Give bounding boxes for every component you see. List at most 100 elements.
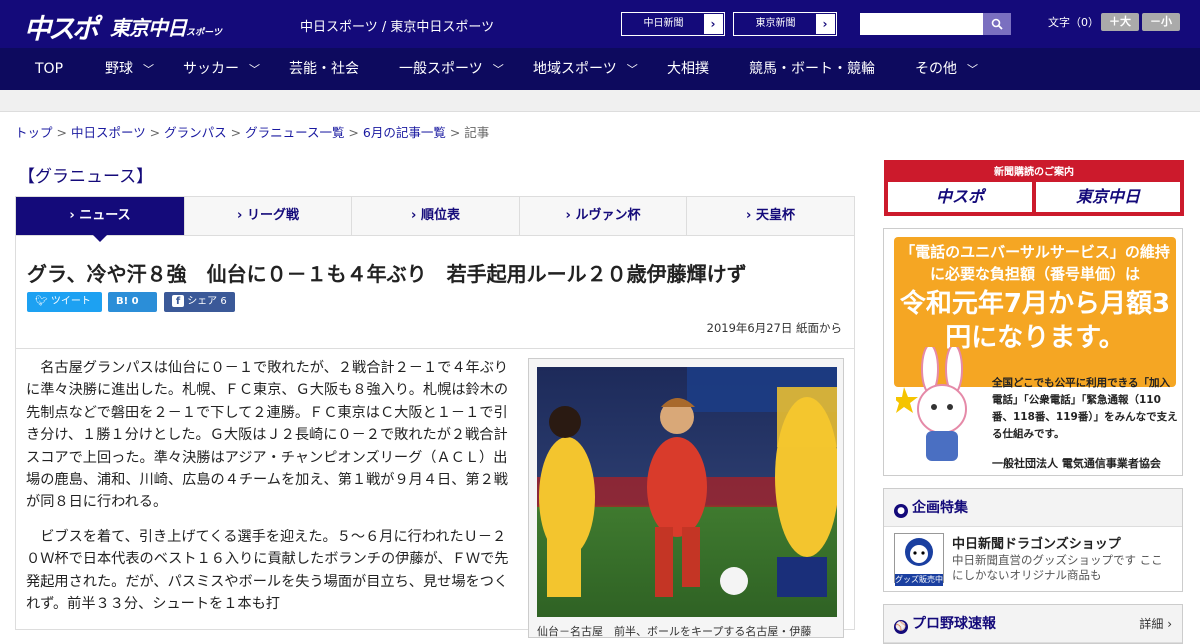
chevron-down-icon: ﹀ bbox=[967, 63, 978, 76]
tab-league[interactable]: › リーグ戦 bbox=[185, 197, 352, 235]
pro-baseball-box: ⚾ プロ野球速報 詳細 › bbox=[883, 604, 1183, 644]
feature-title: 企画特集 bbox=[912, 500, 968, 516]
section-title: 【グラニュース】 bbox=[18, 167, 154, 187]
ad-lead: 「電話のユニバーサルサービス」の維持に必要な負担額（番号単価）は bbox=[900, 243, 1170, 283]
subscribe-tokyo-chunichi-button[interactable]: 東京中日 bbox=[1036, 182, 1180, 212]
main-nav: TOP 野球 ﹀ サッカー ﹀ 芸能・社会 一般スポーツ ﹀ 地域スポーツ ﹀ 大相撲 … bbox=[0, 48, 1200, 90]
tweet-button[interactable]: 🐦︎ ツイート bbox=[27, 292, 102, 312]
chunichi-shimbun-button[interactable]: 中日新聞 › bbox=[621, 12, 725, 36]
feature-header: ● 企画特集 bbox=[884, 489, 1182, 527]
article-paragraph: 名古屋グランパスは仙台に０－１で敗れたが、２戦合計２－１で４年ぶりに準々決勝に進… bbox=[26, 360, 509, 511]
subscribe-chuspo-button[interactable]: 中スポ bbox=[888, 182, 1032, 212]
font-size-label: 文字（0） bbox=[1048, 16, 1099, 29]
tab-levain-cup[interactable]: › ルヴァン杯 bbox=[520, 197, 687, 235]
hatena-icon: B! bbox=[116, 296, 129, 307]
tab-news[interactable]: › ニュース bbox=[16, 197, 185, 242]
font-smaller-button[interactable]: －小 bbox=[1142, 13, 1180, 31]
nav-label: 地域スポーツ bbox=[533, 61, 617, 77]
article-photo-box: 仙台－名古屋 前半、ボールをキープする名古屋・伊藤 bbox=[528, 358, 844, 638]
search-input[interactable] bbox=[860, 13, 983, 35]
nav-label: TOP bbox=[35, 61, 64, 77]
chevron-down-icon: ﹀ bbox=[143, 63, 154, 76]
tokyo-chunichi-logo-sub: スポーツ bbox=[186, 28, 222, 38]
ad-organization: 一般社団法人 電気通信事業者協会 bbox=[992, 457, 1161, 470]
tab-label: ニュース bbox=[79, 208, 131, 223]
nav-item-baseball[interactable]: 野球 ﹀ bbox=[105, 48, 154, 90]
font-bigger-button[interactable]: ＋大 bbox=[1101, 13, 1139, 31]
dragons-mascot-icon bbox=[905, 538, 933, 566]
chevron-down-icon: ﹀ bbox=[626, 63, 638, 76]
facebook-share-button[interactable]: f シェア 6 bbox=[164, 292, 235, 312]
nav-label: 芸能・社会 bbox=[289, 61, 359, 77]
nav-item-others[interactable]: その他 ﹀ bbox=[915, 48, 978, 90]
rabbit-mascot-icon bbox=[896, 347, 967, 461]
breadcrumb-link[interactable]: 6月の記事一覧 bbox=[363, 125, 446, 140]
nav-item-soccer[interactable]: サッカー ﹀ bbox=[183, 48, 260, 90]
article-date: 2019年6月27日 紙面から bbox=[706, 321, 842, 335]
breadcrumb-link[interactable]: グラニュース一覧 bbox=[245, 125, 344, 140]
hatena-count: 0 bbox=[131, 296, 139, 307]
divider bbox=[16, 348, 854, 349]
article-paragraph: ビブスを着て、引き上げてくる選手を迎えた。５～６月に行われたＵ－２０Ｗ杯で日本代… bbox=[26, 528, 509, 613]
tab-label: ルヴァン杯 bbox=[575, 208, 641, 223]
tweet-label: ツイート bbox=[50, 296, 91, 307]
nav-label: サッカー bbox=[183, 61, 239, 77]
tab-standings[interactable]: › 順位表 bbox=[352, 197, 520, 235]
chevron-down-icon: ﹀ bbox=[249, 63, 260, 76]
nav-label: 競馬・ボート・競輪 bbox=[749, 61, 875, 77]
ad-body: 全国どこでも公平に利用できる「加入電話」「公衆電話」「緊急通報（110番、118… bbox=[992, 377, 1178, 440]
breadcrumb-link[interactable]: トップ bbox=[15, 125, 53, 140]
baseball-icon: ⚾ bbox=[894, 620, 908, 634]
tokyo-shimbun-button[interactable]: 東京新聞 › bbox=[733, 12, 837, 36]
ad-headline: 令和元年7月から月額3円になります。 bbox=[899, 289, 1171, 353]
breadcrumb-current: 記事 bbox=[464, 125, 490, 140]
nav-item-sumo[interactable]: 大相撲 bbox=[667, 48, 709, 90]
category-tabs: › ニュース › リーグ戦 › 順位表 › ルヴァン杯 › 天皇杯 bbox=[15, 196, 855, 242]
nav-item-general-sports[interactable]: 一般スポーツ ﹀ bbox=[399, 48, 504, 90]
pro-baseball-header: ⚾ プロ野球速報 詳細 › bbox=[884, 605, 1182, 643]
nav-item-entertainment[interactable]: 芸能・社会 bbox=[289, 48, 359, 90]
nav-label: 一般スポーツ bbox=[399, 61, 483, 77]
breadcrumb-link[interactable]: グランパス bbox=[164, 125, 227, 140]
photo-caption: 仙台－名古屋 前半、ボールをキープする名古屋・伊藤 bbox=[537, 625, 812, 638]
paper-button-label: 中日新聞 bbox=[623, 14, 704, 34]
nav-item-keiba[interactable]: 競馬・ボート・競輪 bbox=[749, 48, 875, 90]
breadcrumb-link[interactable]: 中日スポーツ bbox=[71, 125, 146, 140]
sub-nav-band bbox=[0, 90, 1200, 112]
facebook-share-label: シェア 6 bbox=[187, 296, 227, 307]
chevron-down-icon: ﹀ bbox=[492, 63, 504, 76]
twitter-icon: 🐦︎ bbox=[35, 296, 48, 307]
universal-service-ad[interactable]: 「電話のユニバーサルサービス」の維持に必要な負担額（番号単価）は 令和元年7月か… bbox=[883, 228, 1183, 476]
bulb-icon: ● bbox=[894, 504, 908, 518]
hatena-bookmark-button[interactable]: B! 0 bbox=[108, 292, 157, 312]
soccer-match-photo bbox=[537, 367, 837, 617]
subscription-banner[interactable]: 新聞購読のご案内 中スポ 東京中日 bbox=[884, 160, 1184, 216]
article-headline: グラ、冷や汗８強 仙台に０－１も４年ぶり 若手起用ルール２０歳伊藤輝けず bbox=[27, 262, 747, 286]
nav-label: 大相撲 bbox=[667, 61, 709, 77]
dragons-shop-thumbnail[interactable]: グッズ販売中 bbox=[894, 533, 944, 586]
paper-button-label: 東京新聞 bbox=[735, 14, 816, 34]
chevron-right-icon: › bbox=[822, 17, 828, 31]
tab-label: 天皇杯 bbox=[755, 208, 795, 223]
search-button[interactable] bbox=[983, 13, 1011, 35]
nav-label: その他 bbox=[915, 61, 957, 77]
subscription-title: 新聞購読のご案内 bbox=[994, 167, 1074, 178]
goods-badge: グッズ販売中 bbox=[895, 574, 943, 586]
feature-item-desc: 中日新聞直営のグッズショップです ここにしかないオリジナル商品も bbox=[952, 553, 1163, 582]
chunichi-sports-logo[interactable]: 中スポ bbox=[24, 7, 99, 46]
tab-emperor-cup[interactable]: › 天皇杯 bbox=[687, 197, 854, 235]
feature-item-title[interactable]: 中日新聞ドラゴンズショップ bbox=[952, 533, 1121, 552]
search-icon bbox=[991, 18, 1003, 30]
tokyo-chunichi-logo[interactable]: 東京中日スポーツ bbox=[110, 12, 222, 41]
article-photo[interactable] bbox=[537, 367, 837, 617]
top-header: 中スポ 東京中日スポーツ 中日スポーツ / 東京中日スポーツ 中日新聞 › 東京新… bbox=[0, 0, 1200, 48]
tokyo-chunichi-logo-text: 東京中日 bbox=[110, 16, 187, 40]
tab-label: 順位表 bbox=[420, 208, 460, 223]
chevron-right-icon: › bbox=[710, 17, 716, 31]
more-link[interactable]: 詳細 › bbox=[1139, 605, 1172, 643]
article: グラ、冷や汗８強 仙台に０－１も４年ぶり 若手起用ルール２０歳伊藤輝けず 🐦︎ … bbox=[15, 236, 855, 638]
nav-item-local-sports[interactable]: 地域スポーツ ﹀ bbox=[533, 48, 638, 90]
site-name: 中日スポーツ / 東京中日スポーツ bbox=[300, 20, 495, 35]
breadcrumb: トップ > 中日スポーツ > グランパス > グラニュース一覧 > 6月の記事一… bbox=[15, 125, 490, 140]
nav-item-top[interactable]: TOP bbox=[35, 48, 63, 90]
